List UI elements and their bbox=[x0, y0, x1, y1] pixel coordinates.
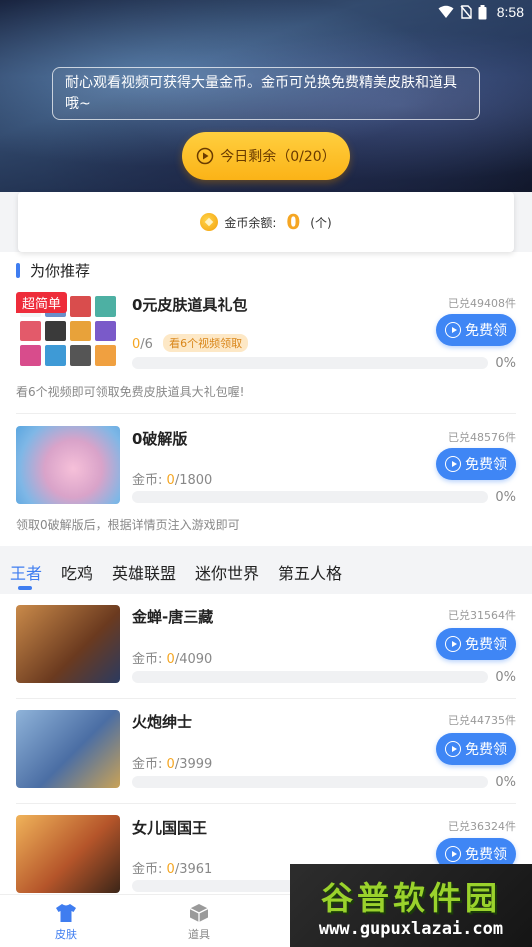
progress-current: 0 bbox=[166, 652, 175, 667]
nav-props-label: 道具 bbox=[188, 928, 210, 941]
redeemed-count: 已兑44735件 bbox=[448, 714, 516, 727]
watermark-logo: 谷普软件园 www.gupuxlazai.com bbox=[290, 864, 532, 947]
watermark-title: 谷普软件园 bbox=[320, 878, 501, 917]
watch-video-button[interactable]: 今日剩余（0/20） bbox=[182, 132, 350, 180]
progress-bar bbox=[132, 357, 488, 369]
no-sim-icon bbox=[460, 5, 472, 19]
coin-progress: 金币: 0/4090 bbox=[132, 648, 212, 667]
balance-unit: (个) bbox=[310, 215, 332, 230]
balance-label: 金币余额: bbox=[224, 215, 277, 230]
progress-percent: 0% bbox=[495, 356, 516, 371]
battery-icon bbox=[478, 4, 487, 19]
free-claim-button[interactable]: 免费领 bbox=[436, 448, 516, 480]
game-tabs: 王者 吃鸡 英雄联盟 迷你世界 第五人格 bbox=[0, 546, 532, 594]
coin-progress: 金币: 0/3999 bbox=[132, 753, 212, 772]
coin-label: 金币: bbox=[132, 862, 163, 877]
progress-total: /4090 bbox=[174, 652, 213, 667]
coin-label: 金币: bbox=[132, 757, 163, 772]
clock: 8:58 bbox=[496, 4, 524, 20]
play-icon bbox=[445, 636, 461, 652]
active-tab-indicator bbox=[18, 586, 32, 590]
redeemed-count: 已兑31564件 bbox=[448, 609, 516, 622]
progress-percent: 0% bbox=[495, 775, 516, 790]
skin-thumbnail[interactable] bbox=[16, 605, 120, 683]
free-claim-button[interactable]: 免费领 bbox=[436, 314, 516, 346]
progress-bar bbox=[132, 776, 488, 788]
item-title[interactable]: 0元皮肤道具礼包 bbox=[132, 294, 247, 315]
item-hint: 领取0破解版后，根据详情页注入游戏即可 bbox=[16, 518, 240, 532]
play-icon bbox=[445, 322, 461, 338]
progress-total: /3999 bbox=[174, 757, 213, 772]
section-title: 为你推荐 bbox=[16, 257, 90, 283]
free-claim-label: 免费领 bbox=[465, 323, 507, 339]
progress-current: 0 bbox=[166, 473, 175, 488]
coin-icon bbox=[200, 213, 219, 231]
video-tag: 看6个视频领取 bbox=[163, 334, 249, 352]
free-claim-label: 免费领 bbox=[465, 847, 507, 863]
redeemed-count: 已兑48576件 bbox=[448, 431, 516, 444]
section-title-text: 为你推荐 bbox=[30, 261, 91, 280]
free-claim-label: 免费领 bbox=[465, 457, 507, 473]
item-hint: 看6个视频即可领取免费皮肤道具大礼包喔! bbox=[16, 385, 245, 399]
redeemed-count: 已兑49408件 bbox=[448, 297, 516, 310]
box-icon bbox=[189, 904, 209, 922]
free-claim-button[interactable]: 免费领 bbox=[436, 733, 516, 765]
tab-chiji[interactable]: 吃鸡 bbox=[61, 560, 93, 584]
progress-total: /3961 bbox=[174, 862, 213, 877]
progress-total: /1800 bbox=[174, 473, 213, 488]
nav-skins-label: 皮肤 bbox=[55, 928, 77, 941]
play-icon bbox=[445, 456, 461, 472]
coin-balance-card: 金币余额: 0 (个) bbox=[18, 192, 514, 252]
progress-current: 0 bbox=[166, 757, 175, 772]
tshirt-icon bbox=[56, 904, 76, 922]
tab-lol[interactable]: 英雄联盟 bbox=[112, 560, 176, 584]
free-claim-button[interactable]: 免费领 bbox=[436, 628, 516, 660]
divider bbox=[16, 698, 516, 699]
progress-percent: 0% bbox=[495, 490, 516, 505]
progress-bar bbox=[132, 491, 488, 503]
free-claim-label: 免费领 bbox=[465, 742, 507, 758]
watermark-url: www.gupuxlazai.com bbox=[318, 918, 504, 939]
tab-wangzhe[interactable]: 王者 bbox=[10, 560, 42, 584]
wifi-icon bbox=[438, 5, 454, 18]
progress-percent: 0% bbox=[495, 670, 516, 685]
coin-label: 金币: bbox=[132, 652, 163, 667]
balance-value: 0 bbox=[286, 210, 301, 234]
super-easy-badge: 超简单 bbox=[16, 292, 68, 313]
coin-label: 金币: bbox=[132, 473, 163, 488]
progress-current: 0 bbox=[166, 862, 175, 877]
section-title-bar bbox=[16, 262, 20, 278]
coin-progress: 金币: 0/3961 bbox=[132, 858, 212, 877]
play-circle-icon bbox=[197, 147, 214, 165]
skin-thumbnail[interactable] bbox=[16, 815, 120, 893]
progress-bar bbox=[132, 671, 488, 683]
play-icon bbox=[445, 846, 461, 862]
tab-identity-v[interactable]: 第五人格 bbox=[278, 560, 342, 584]
watch-button-label: 今日剩余（0/20） bbox=[220, 149, 336, 165]
tab-mini-world[interactable]: 迷你世界 bbox=[195, 560, 259, 584]
item-title[interactable]: 0破解版 bbox=[132, 428, 187, 449]
notice-box: 耐心观看视频可获得大量金币。金币可兑换免费精美皮肤和道具哦~ bbox=[52, 67, 480, 120]
skin-title[interactable]: 火炮绅士 bbox=[132, 711, 192, 732]
divider bbox=[16, 803, 516, 804]
redeemed-count: 已兑36324件 bbox=[448, 820, 516, 833]
skin-title[interactable]: 金蝉-唐三藏 bbox=[132, 606, 213, 627]
progress-total: /6 bbox=[140, 337, 153, 352]
divider bbox=[16, 413, 516, 414]
coin-progress: 金币: 0/1800 bbox=[132, 469, 212, 488]
skin-thumbnail[interactable] bbox=[16, 710, 120, 788]
crack-version-thumbnail[interactable] bbox=[16, 426, 120, 504]
status-bar: 8:58 bbox=[0, 0, 532, 24]
nav-skins[interactable]: 皮肤 bbox=[36, 903, 96, 942]
free-claim-label: 免费领 bbox=[465, 637, 507, 653]
video-progress: 0/6 看6个视频领取 bbox=[132, 334, 249, 352]
skin-title[interactable]: 女儿国国王 bbox=[132, 817, 207, 838]
nav-props[interactable]: 道具 bbox=[169, 903, 229, 942]
play-icon bbox=[445, 741, 461, 757]
